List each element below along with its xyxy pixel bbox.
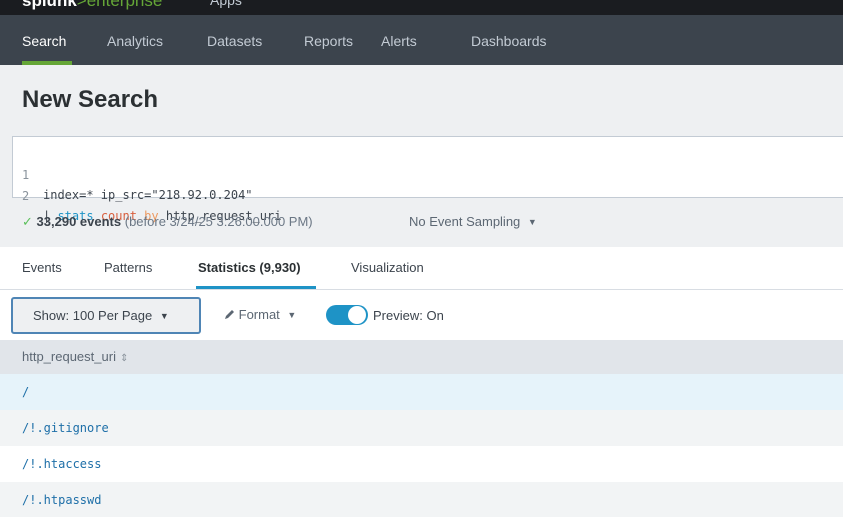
pencil-icon bbox=[225, 310, 234, 319]
top-bar: splunk>enterprise Apps bbox=[0, 0, 843, 15]
check-icon: ✓ bbox=[22, 214, 33, 229]
time-range-detail: (before 3/24/25 3:26:00.000 PM) bbox=[124, 214, 313, 229]
active-tab-indicator bbox=[196, 286, 316, 289]
nav-datasets[interactable]: Datasets bbox=[207, 15, 262, 65]
query-line-1: 1 index=* ip_src="218.92.0.204" bbox=[13, 145, 253, 202]
table-row: /!.gitignore bbox=[0, 410, 843, 446]
per-page-dropdown[interactable]: Show: 100 Per Page ▼ bbox=[11, 297, 201, 334]
splunk-logo[interactable]: splunk>enterprise bbox=[22, 0, 162, 11]
tab-events[interactable]: Events bbox=[22, 260, 62, 275]
tab-statistics[interactable]: Statistics (9,930) bbox=[198, 260, 301, 275]
caret-down-icon: ▼ bbox=[287, 310, 297, 320]
tab-patterns[interactable]: Patterns bbox=[104, 260, 152, 275]
preview-toggle[interactable] bbox=[326, 305, 368, 325]
table-cell[interactable]: /!.htaccess bbox=[22, 457, 101, 471]
caret-down-icon: ▼ bbox=[159, 311, 169, 321]
event-sampling-dropdown[interactable]: No Event Sampling ▼ bbox=[409, 214, 537, 229]
nav-dashboards[interactable]: Dashboards bbox=[471, 15, 547, 65]
tab-visualization[interactable]: Visualization bbox=[351, 260, 424, 275]
caret-down-icon: ▼ bbox=[527, 217, 537, 227]
table-cell[interactable]: /!.htpasswd bbox=[22, 493, 101, 507]
nav-alerts[interactable]: Alerts bbox=[381, 15, 417, 65]
preview-label: Preview: On bbox=[373, 308, 444, 323]
app-nav-bar: Search Analytics Datasets Reports Alerts… bbox=[0, 15, 843, 65]
sort-icon[interactable]: ⇕ bbox=[120, 353, 128, 364]
toggle-knob bbox=[348, 306, 366, 324]
query-line-2: 2 | stats count by http_request_uri bbox=[13, 166, 281, 223]
nav-reports[interactable]: Reports bbox=[304, 15, 353, 65]
nav-analytics[interactable]: Analytics bbox=[107, 15, 163, 65]
table-cell[interactable]: /!.gitignore bbox=[22, 421, 109, 435]
search-status: ✓ 33,290 events (before 3/24/25 3:26:00.… bbox=[22, 214, 313, 230]
table-row: /!.htaccess bbox=[0, 446, 843, 482]
event-count: 33,290 events bbox=[36, 214, 122, 229]
page-title: New Search bbox=[22, 86, 159, 113]
column-header-http-request-uri[interactable]: http_request_uri ⇕ bbox=[22, 349, 128, 364]
table-cell[interactable]: / bbox=[22, 385, 29, 399]
query-text: index=* ip_src="218.92.0.204" bbox=[43, 188, 253, 202]
apps-menu[interactable]: Apps bbox=[210, 0, 242, 8]
table-row: / bbox=[0, 374, 843, 410]
table-header: http_request_uri ⇕ bbox=[0, 340, 843, 374]
format-button[interactable]: Format ▼ bbox=[224, 307, 296, 322]
table-row: /!.htpasswd bbox=[0, 482, 843, 517]
line-number: 2 bbox=[22, 189, 30, 203]
nav-search[interactable]: Search bbox=[22, 15, 66, 65]
search-query-editor[interactable]: 1 index=* ip_src="218.92.0.204" 2 | stat… bbox=[12, 136, 843, 223]
